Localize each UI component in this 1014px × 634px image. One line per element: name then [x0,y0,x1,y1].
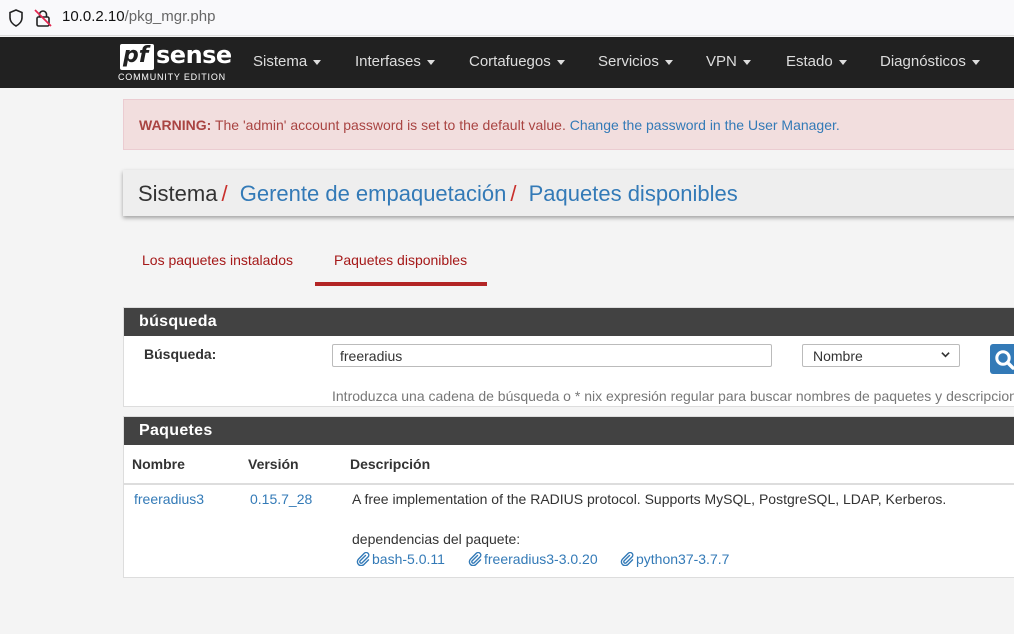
dependency-name: bash-5.0.11 [372,551,445,567]
nav-item-label: Estado [786,53,833,70]
search-panel: búsqueda Búsqueda: Nombre Introduzca una… [123,307,1014,407]
nav-item-interfases[interactable]: Interfases [355,53,435,70]
search-input[interactable] [332,344,772,367]
search-button[interactable] [990,344,1014,374]
caret-down-icon [838,59,847,65]
search-label: Búsqueda: [144,346,217,362]
package-dependencies-label: dependencias del paquete: [352,531,521,547]
caret-down-icon [664,59,673,65]
package-description: A free implementation of the RADIUS prot… [352,491,947,507]
search-field-select[interactable]: Nombre [802,344,960,367]
tab-available-packages[interactable]: Paquetes disponibles [334,252,467,268]
logo-pf-box: pf [120,43,154,70]
warning-label: WARNING: [139,117,212,133]
dependency-link-bash[interactable]: bash-5.0.11 [356,551,445,567]
url-host: 10.0.2.10 [62,8,125,25]
breadcrumb-root: Sistema [138,181,218,206]
package-version-link[interactable]: 0.15.7_28 [250,491,312,507]
logo-sense-text: sense [156,41,232,69]
nav-item-label: Diagnósticos [880,53,966,70]
caret-down-icon [313,59,322,65]
table-header-divider [124,483,1014,485]
search-panel-title: búsqueda [124,308,1014,336]
nav-item-label: Sistema [253,53,308,70]
search-icon [995,350,1014,370]
nav-item-diagnosticos[interactable]: Diagnósticos [880,53,980,70]
search-field-selected: Nombre [813,348,863,364]
chevron-down-icon [941,352,950,358]
nav-item-vpn[interactable]: VPN [706,53,751,70]
nav-item-cortafuegos[interactable]: Cortafuegos [469,53,565,70]
paperclip-icon [620,551,634,567]
nav-item-label: Interfases [355,53,421,70]
breadcrumb-separator: / [221,181,228,206]
logo-pf-text: pf [123,43,149,68]
breadcrumb-package-manager[interactable]: Gerente de empaquetación [240,181,507,206]
top-navbar: pf sense COMMUNITY EDITION Sistema Inter… [0,37,1014,88]
logo-edition-text: COMMUNITY EDITION [118,72,226,82]
dependency-link-freeradius3[interactable]: freeradius3-3.0.20 [468,551,598,567]
tab-installed-packages[interactable]: Los paquetes instalados [142,252,293,268]
shield-icon[interactable] [8,9,24,27]
column-header-name[interactable]: Nombre [132,456,185,472]
dependency-name: python37-3.7.7 [636,551,730,567]
dependency-name: freeradius3-3.0.20 [484,551,598,567]
browser-url-bar[interactable]: 10.0.2.10/pkg_mgr.php [0,0,1014,36]
caret-down-icon [971,59,980,65]
column-header-version[interactable]: Versión [248,456,299,472]
insecure-lock-icon[interactable] [34,9,52,27]
search-help-text: Introduzca una cadena de búsqueda o * ni… [332,388,1014,404]
url-path: /pkg_mgr.php [124,8,216,25]
nav-item-sistema[interactable]: Sistema [253,53,322,70]
nav-item-servicios[interactable]: Servicios [598,53,673,70]
nav-item-label: VPN [706,53,737,70]
nav-item-label: Cortafuegos [469,53,551,70]
packages-panel-title: Paquetes [124,417,1014,445]
packages-panel: Paquetes Nombre Versión Descripción free… [123,416,1014,578]
caret-down-icon [742,59,751,65]
default-password-warning: WARNING: The 'admin' account password is… [123,99,1014,150]
warning-text: The 'admin' account password is set to t… [211,117,570,133]
url-text[interactable]: 10.0.2.10/pkg_mgr.php [62,8,215,25]
breadcrumb-available-packages[interactable]: Paquetes disponibles [529,181,738,206]
paperclip-icon [468,551,482,567]
change-password-link[interactable]: Change the password in the User Manager. [570,117,840,133]
package-name-link[interactable]: freeradius3 [134,491,204,507]
paperclip-icon [356,551,370,567]
active-tab-indicator [315,282,487,286]
breadcrumb-separator: / [510,181,517,206]
nav-item-estado[interactable]: Estado [786,53,847,70]
caret-down-icon [426,59,435,65]
caret-down-icon [556,59,565,65]
breadcrumb: Sistema / Gerente de empaquetación / Paque… [123,170,1014,216]
nav-item-label: Servicios [598,53,659,70]
pfsense-logo[interactable]: pf sense COMMUNITY EDITION [118,41,232,84]
column-header-description[interactable]: Descripción [350,456,430,472]
dependency-link-python37[interactable]: python37-3.7.7 [620,551,729,567]
